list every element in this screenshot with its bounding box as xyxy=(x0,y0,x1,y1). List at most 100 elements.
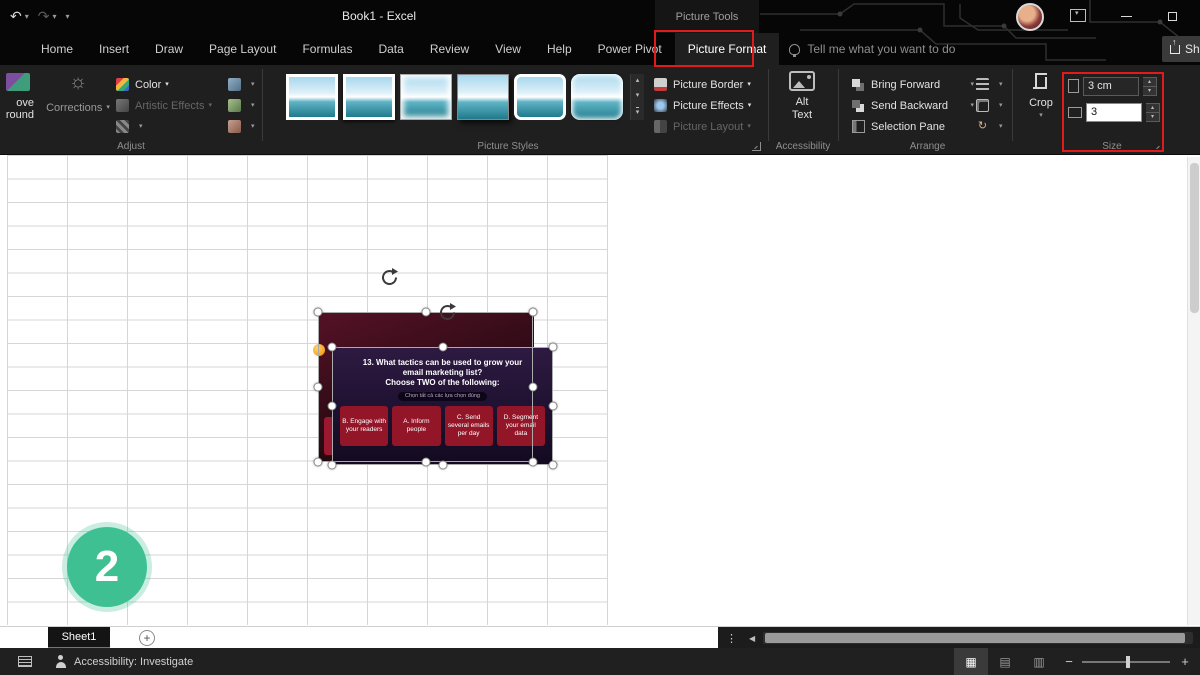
restore-button[interactable] xyxy=(1150,0,1194,33)
redo-dropdown-icon[interactable]: ▾ xyxy=(52,12,56,21)
tab-formulas[interactable]: Formulas xyxy=(289,33,365,65)
tab-picture-format[interactable]: Picture Format xyxy=(675,33,780,65)
picture-style-1[interactable] xyxy=(286,74,338,120)
picture-style-4[interactable] xyxy=(457,74,509,120)
undo-dropdown-icon[interactable]: ▾ xyxy=(25,12,29,21)
color-button[interactable]: Color xyxy=(116,74,212,95)
tab-view[interactable]: View xyxy=(482,33,534,65)
user-avatar[interactable] xyxy=(1016,3,1044,31)
qat-customize-icon[interactable]: ▾ xyxy=(66,12,70,21)
send-backward-button[interactable]: Send Backward xyxy=(852,95,974,116)
titlebar: ↶ ▾ ↷ ▾ ▾ Book1 - Excel Picture Tools xyxy=(0,0,1200,33)
ribbon-display-options-icon[interactable] xyxy=(1070,9,1086,22)
selection-handle[interactable] xyxy=(314,383,323,392)
undo-icon[interactable]: ↶ xyxy=(10,7,22,25)
redo-icon[interactable]: ↷ xyxy=(38,7,50,25)
share-button[interactable]: Share xyxy=(1162,36,1200,62)
lightbulb-icon xyxy=(789,44,800,55)
artistic-effects-button[interactable]: Artistic Effects xyxy=(116,95,212,116)
rotate-handle-icon[interactable] xyxy=(380,268,400,288)
picture-style-2[interactable] xyxy=(343,74,395,120)
picture-style-3[interactable] xyxy=(400,74,452,120)
selection-handle[interactable] xyxy=(439,461,448,470)
view-page-layout-button[interactable]: ▤ xyxy=(988,648,1022,675)
selection-handle[interactable] xyxy=(328,461,337,470)
picture-style-5[interactable] xyxy=(514,74,566,120)
group-objects-button[interactable] xyxy=(976,95,1003,116)
tab-draw[interactable]: Draw xyxy=(142,33,196,65)
rotate-handle-icon[interactable] xyxy=(438,303,458,323)
group-separator xyxy=(768,69,769,141)
selection-handle[interactable] xyxy=(314,308,323,317)
picture-layout-button[interactable]: Picture Layout xyxy=(654,116,751,137)
new-sheet-button[interactable]: + xyxy=(139,630,155,646)
picture-styles-more-button[interactable]: ▴ ▾ ▾ xyxy=(630,74,644,120)
keyboard-status-icon[interactable] xyxy=(18,656,32,667)
crop-button[interactable]: Crop ▾ xyxy=(1018,70,1064,138)
selection-handle[interactable] xyxy=(529,308,538,317)
tab-page-layout[interactable]: Page Layout xyxy=(196,33,289,65)
minimize-button[interactable] xyxy=(1104,0,1148,33)
zoom-slider-thumb[interactable] xyxy=(1126,656,1130,668)
selection-pane-button[interactable]: Selection Pane xyxy=(852,116,974,137)
shape-height-spinner[interactable]: ▴▾ xyxy=(1143,77,1157,96)
reset-picture-button[interactable] xyxy=(228,116,255,137)
transparency-button[interactable] xyxy=(116,116,212,137)
rotate-button[interactable]: ↻ xyxy=(976,116,1003,137)
selection-handle[interactable] xyxy=(328,402,337,411)
shape-width-input[interactable] xyxy=(1086,103,1142,122)
corrections-button[interactable]: ☼ Corrections xyxy=(42,71,114,137)
worksheet-grid[interactable] xyxy=(0,155,1200,626)
zoom-in-button[interactable]: + xyxy=(1170,654,1200,669)
scroll-left-icon[interactable]: ◀ xyxy=(749,634,755,643)
picture-style-6[interactable] xyxy=(571,74,623,120)
align-button[interactable] xyxy=(976,74,1003,95)
view-normal-button[interactable]: ▦ xyxy=(954,648,988,675)
alt-text-label-line2: Text xyxy=(780,109,824,122)
tab-data[interactable]: Data xyxy=(365,33,416,65)
tab-review[interactable]: Review xyxy=(417,33,482,65)
change-picture-button[interactable] xyxy=(228,95,255,116)
selection-handle[interactable] xyxy=(549,402,558,411)
picture-styles-dialog-launcher[interactable] xyxy=(752,142,761,151)
horizontal-scrollbar[interactable] xyxy=(763,632,1193,644)
horizontal-scrollbar-thumb[interactable] xyxy=(765,633,1185,643)
selection-handle[interactable] xyxy=(549,461,558,470)
tab-power-pivot[interactable]: Power Pivot xyxy=(585,33,675,65)
selection-handle[interactable] xyxy=(529,458,538,467)
accessibility-icon[interactable] xyxy=(54,655,67,668)
size-dialog-launcher[interactable] xyxy=(1154,142,1163,151)
quiz-hint-pill: Chọn tất cả các lựa chọn đúng xyxy=(398,392,487,401)
group-separator xyxy=(838,69,839,141)
sheet-options-icon[interactable]: ⋮ xyxy=(726,632,737,645)
vertical-scrollbar[interactable] xyxy=(1187,157,1200,625)
shape-height-input[interactable] xyxy=(1083,77,1139,96)
selection-handle[interactable] xyxy=(422,308,431,317)
compress-pictures-button[interactable] xyxy=(228,74,255,95)
accessibility-status-text[interactable]: Accessibility: Investigate xyxy=(74,656,193,668)
remove-background-button[interactable]: ove round xyxy=(0,71,34,137)
vertical-scrollbar-thumb[interactable] xyxy=(1190,163,1199,313)
selection-handle[interactable] xyxy=(549,343,558,352)
picture-border-button[interactable]: Picture Border xyxy=(654,74,751,95)
alt-text-button[interactable]: Alt Text xyxy=(780,70,824,136)
zoom-slider[interactable] xyxy=(1082,661,1170,663)
tab-home[interactable]: Home xyxy=(28,33,86,65)
selection-handle[interactable] xyxy=(314,458,323,467)
selection-handle[interactable] xyxy=(529,383,538,392)
quiz-answers-row: B. Engage with your readers A. Inform pe… xyxy=(332,406,553,446)
selection-handle[interactable] xyxy=(328,343,337,352)
tab-help[interactable]: Help xyxy=(534,33,585,65)
picture-effects-button[interactable]: Picture Effects xyxy=(654,95,751,116)
selection-handle[interactable] xyxy=(439,343,448,352)
shape-width-spinner[interactable]: ▴▾ xyxy=(1146,103,1160,122)
zoom-out-button[interactable]: − xyxy=(1056,654,1082,669)
tell-me-box[interactable]: Tell me what you want to do xyxy=(789,33,955,65)
selection-handle[interactable] xyxy=(422,458,431,467)
sheet-tab-sheet1[interactable]: Sheet1 xyxy=(48,627,110,649)
quiz-picture-front[interactable]: 13. What tactics can be used to grow you… xyxy=(332,347,553,465)
bring-forward-button[interactable]: Bring Forward xyxy=(852,74,974,95)
view-page-break-button[interactable]: ▥ xyxy=(1022,648,1056,675)
transparency-icon xyxy=(116,120,129,133)
tab-insert[interactable]: Insert xyxy=(86,33,142,65)
